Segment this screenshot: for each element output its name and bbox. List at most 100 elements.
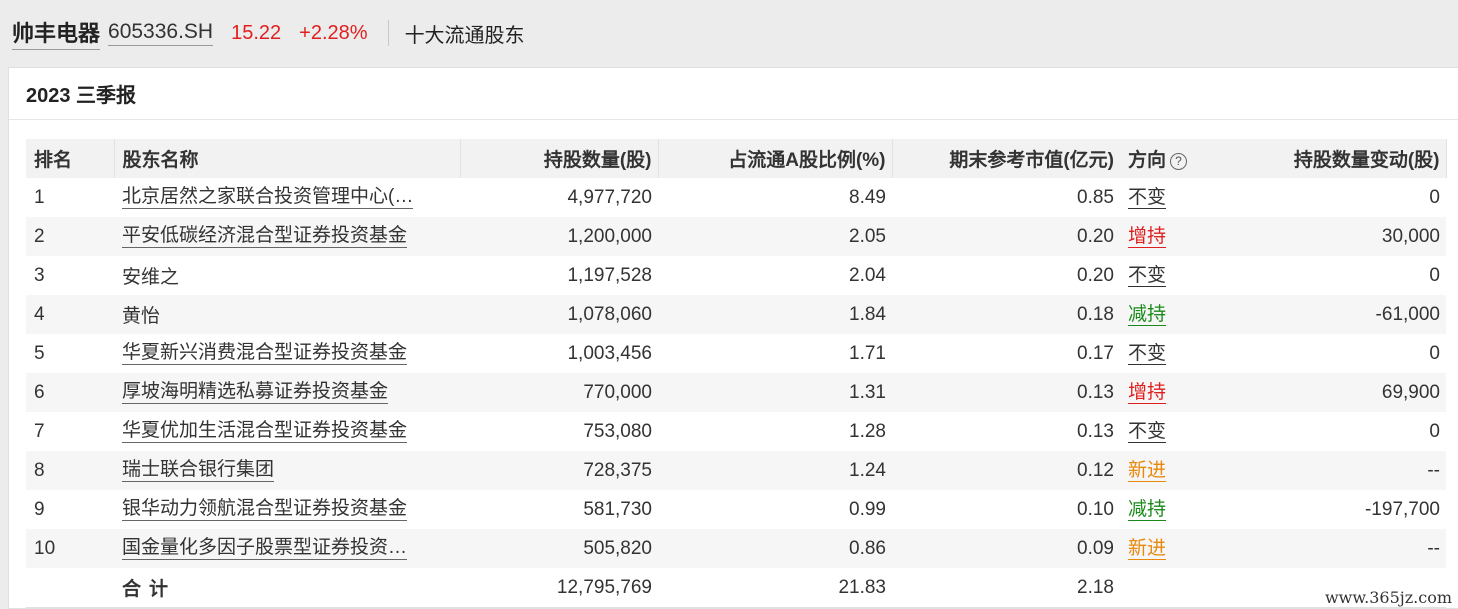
table-row: 7 华夏优加生活混合型证券投资基金 753,080 1.28 0.13 不变 0	[26, 412, 1446, 451]
ratio-cell: 1.31	[658, 373, 892, 412]
total-ratio: 21.83	[838, 576, 886, 598]
holders-panel: 2023 三季报 排名 股东名称 持股数量(股) 占流通A股比例(%) 期末参考…	[8, 67, 1458, 609]
direction-cell: 不变	[1120, 412, 1228, 451]
share-change-cell: 0	[1429, 264, 1440, 286]
table-row: 6 厚坡海明精选私募证券投资基金 770,000 1.31 0.13 增持 69,900	[26, 373, 1446, 412]
direction-header-label: 方向	[1128, 150, 1167, 171]
shares-cell: 4,977,720	[567, 186, 652, 208]
shares-cell: 753,080	[583, 420, 652, 442]
total-rank-cell	[26, 568, 114, 607]
stock-code-link[interactable]: 605336.SH	[108, 20, 214, 46]
rank-cell: 10	[26, 529, 114, 568]
stock-name-link[interactable]: 帅丰电器	[12, 16, 101, 50]
rank-cell: 8	[26, 451, 114, 490]
ratio-cell: 1.28	[849, 420, 886, 442]
col-header-rank: 排名	[26, 139, 115, 178]
share-change-cell: 0	[1429, 186, 1440, 208]
col-header-direction: 方向?	[1120, 139, 1228, 178]
col-header-shares: 持股数量(股)	[460, 139, 659, 178]
top-holders-table: 排名 股东名称 持股数量(股) 占流通A股比例(%) 期末参考市值(亿元) 方向…	[26, 139, 1447, 607]
market-value-cell: 0.20	[1077, 264, 1114, 286]
market-value-cell: 0.10	[1077, 498, 1114, 520]
rank-cell: 7	[34, 420, 45, 442]
direction-cell: 新进	[1120, 529, 1228, 568]
question-circle-icon[interactable]: ?	[1170, 152, 1188, 170]
direction-cell: 增持	[1120, 373, 1228, 412]
direction-link[interactable]: 增持	[1128, 381, 1167, 404]
table-row: 10 国金量化多因子股票型证券投资… 505,820 0.86 0.09 新进 --	[26, 529, 1446, 568]
holder-name-link[interactable]: 平安低碳经济混合型证券投资基金	[122, 225, 408, 248]
direction-link[interactable]: 减持	[1128, 303, 1167, 326]
table-header-row: 排名 股东名称 持股数量(股) 占流通A股比例(%) 期末参考市值(亿元) 方向…	[26, 139, 1447, 178]
holder-name-cell: 安维之	[114, 256, 460, 295]
holder-name-cell: 瑞士联合银行集团	[114, 451, 460, 490]
total-label-cell: 合计	[114, 568, 460, 607]
holder-name-link[interactable]: 瑞士联合银行集团	[122, 459, 275, 482]
table-bottom-divider	[26, 607, 1446, 608]
direction-link[interactable]: 新进	[1128, 537, 1167, 560]
total-label: 合计	[122, 579, 177, 600]
holder-name-cell: 黄怡	[114, 295, 460, 334]
watermark: www.365jz.com	[1324, 588, 1452, 607]
shares-cell: 770,000	[460, 373, 658, 412]
holder-name: 黄怡	[122, 306, 161, 327]
market-value-cell: 0.85	[1077, 186, 1114, 208]
direction-cell: 减持	[1120, 490, 1228, 529]
shares-cell: 728,375	[460, 451, 658, 490]
table-row: 2 平安低碳经济混合型证券投资基金 1,200,000 2.05 0.20 增持 30,00…	[26, 217, 1446, 256]
report-period-title: 2023 三季报	[9, 68, 1458, 120]
rank-cell: 9	[34, 498, 45, 520]
share-change-cell: -61,000	[1228, 295, 1446, 334]
share-change-cell: -197,700	[1364, 498, 1440, 520]
direction-link[interactable]: 增持	[1128, 225, 1167, 248]
direction-cell: 新进	[1120, 451, 1228, 490]
total-shares: 12,795,769	[556, 576, 652, 598]
col-header-ratio: 占流通A股比例(%)	[658, 139, 893, 178]
rank-cell: 3	[34, 264, 45, 286]
share-change-cell: --	[1228, 451, 1446, 490]
direction-link[interactable]: 不变	[1128, 186, 1167, 209]
holder-name-link[interactable]: 华夏优加生活混合型证券投资基金	[122, 420, 408, 443]
holder-name-cell: 平安低碳经济混合型证券投资基金	[114, 217, 460, 256]
rank-cell: 1	[34, 186, 45, 208]
stock-change: +2.28%	[299, 21, 368, 44]
col-header-holder-name: 股东名称	[114, 139, 461, 178]
holder-name-cell: 国金量化多因子股票型证券投资…	[114, 529, 460, 568]
holder-name-link[interactable]: 国金量化多因子股票型证券投资…	[122, 537, 408, 560]
direction-cell: 不变	[1120, 334, 1228, 373]
holder-name: 安维之	[122, 267, 180, 288]
holder-name-link[interactable]: 厚坡海明精选私募证券投资基金	[122, 381, 389, 404]
table-row: 9 银华动力领航混合型证券投资基金 581,730 0.99 0.10 减持 -197,70…	[26, 490, 1446, 529]
total-row: 合计 12,795,769 21.83 2.18	[26, 568, 1446, 607]
table-row: 3 安维之 1,197,528 2.04 0.20 不变 0	[26, 256, 1446, 295]
total-direction-cell	[1120, 568, 1228, 607]
direction-cell: 减持	[1120, 295, 1228, 334]
share-change-cell: --	[1228, 529, 1446, 568]
ratio-cell: 1.24	[658, 451, 892, 490]
market-value-cell: 0.13	[892, 373, 1120, 412]
ratio-cell: 1.71	[849, 342, 886, 364]
direction-cell: 增持	[1120, 217, 1228, 256]
market-value-cell: 0.09	[892, 529, 1120, 568]
market-value-cell: 0.17	[1077, 342, 1114, 364]
rank-cell: 2	[26, 217, 114, 256]
market-value-cell: 0.18	[892, 295, 1120, 334]
direction-link[interactable]: 不变	[1128, 342, 1167, 365]
stock-price: 15.22	[231, 21, 282, 44]
holder-name-link[interactable]: 银华动力领航混合型证券投资基金	[122, 498, 408, 521]
shares-cell: 1,003,456	[567, 342, 652, 364]
holder-name-cell: 厚坡海明精选私募证券投资基金	[114, 373, 460, 412]
holder-name-link[interactable]: 华夏新兴消费混合型证券投资基金	[122, 342, 408, 365]
market-value-cell: 0.13	[1077, 420, 1114, 442]
direction-cell: 不变	[1120, 256, 1228, 295]
direction-link[interactable]: 新进	[1128, 459, 1167, 482]
direction-link[interactable]: 不变	[1128, 420, 1167, 443]
holder-name-cell: 北京居然之家联合投资管理中心(…	[114, 178, 460, 217]
ratio-cell: 1.84	[658, 295, 892, 334]
direction-link[interactable]: 不变	[1128, 264, 1167, 287]
ratio-cell: 2.05	[658, 217, 892, 256]
direction-link[interactable]: 减持	[1128, 498, 1167, 521]
table-row: 8 瑞士联合银行集团 728,375 1.24 0.12 新进 --	[26, 451, 1446, 490]
stock-header: 帅丰电器 605336.SH 15.22 +2.28% 十大流通股东	[0, 0, 1458, 66]
holder-name-link[interactable]: 北京居然之家联合投资管理中心(…	[122, 186, 414, 209]
